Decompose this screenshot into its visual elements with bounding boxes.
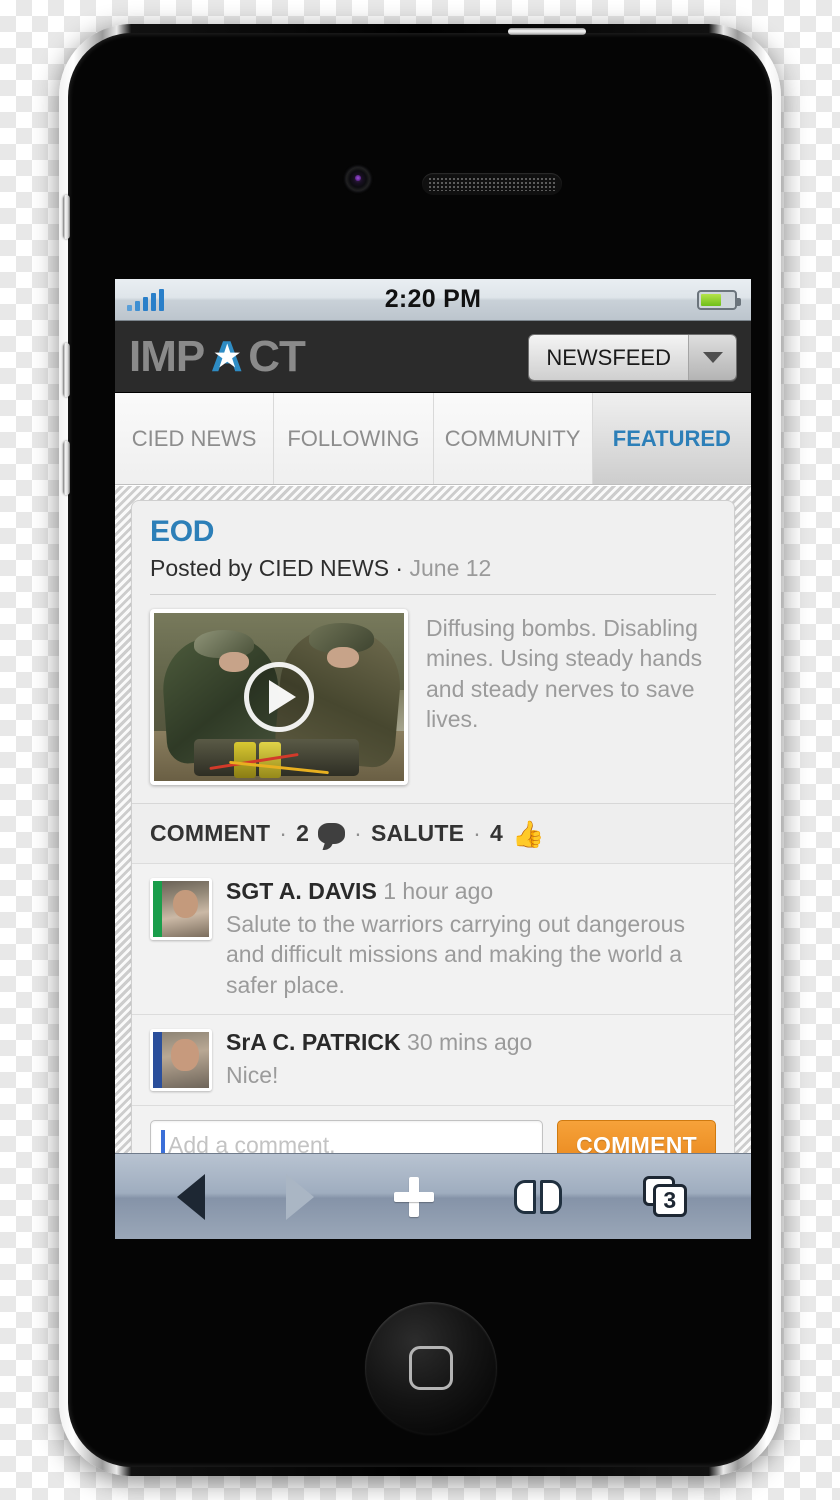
post-meta: Posted by CIED NEWS · June 12 xyxy=(150,555,716,582)
salute-count: 4 xyxy=(490,820,503,846)
comment-input-placeholder: Add a comment. xyxy=(168,1131,336,1153)
comment-author: SrA C. PATRICK 30 mins ago xyxy=(226,1029,716,1056)
post-card: EOD Posted by CIED NEWS · June 12 Diffus… xyxy=(131,500,735,1153)
mute-switch[interactable] xyxy=(63,195,70,239)
comment-input[interactable]: Add a comment. xyxy=(150,1120,544,1153)
back-arrow-icon[interactable] xyxy=(177,1173,206,1220)
avatar[interactable] xyxy=(150,1029,212,1092)
status-bar: 2:20 PM xyxy=(115,279,751,321)
tab-featured[interactable]: FEATURED xyxy=(592,393,751,484)
power-button[interactable] xyxy=(508,28,586,35)
comment-text: Salute to the warriors carrying out dang… xyxy=(226,911,685,998)
submit-comment-button[interactable]: COMMENT xyxy=(557,1120,716,1153)
post-description: Diffusing bombs. Disabling mines. Using … xyxy=(426,615,703,733)
comment-form: Add a comment. COMMENT xyxy=(132,1105,734,1153)
comment-text: Nice! xyxy=(226,1062,279,1089)
logo-star-a: A ★ xyxy=(204,332,248,381)
browser-toolbar: 3 xyxy=(115,1153,751,1239)
posted-by-label: Posted by xyxy=(150,555,253,581)
tab-following[interactable]: FOLLOWING xyxy=(274,393,434,484)
post-header: EOD Posted by CIED NEWS · June 12 xyxy=(132,501,734,582)
post-date: June 12 xyxy=(409,555,492,581)
meta-separator: · xyxy=(395,555,404,581)
forward-arrow-icon xyxy=(285,1173,314,1220)
volume-down-button[interactable] xyxy=(63,441,70,495)
tab-cied-news[interactable]: CIED NEWS xyxy=(115,393,275,484)
chevron-down-glyph xyxy=(702,352,723,363)
comment-timestamp: 30 mins ago xyxy=(407,1029,533,1056)
battery-icon xyxy=(697,290,741,310)
impact-logo: IMP A ★ CT xyxy=(129,331,306,382)
salute-action-label[interactable]: SALUTE xyxy=(371,820,464,847)
comment-timestamp: 1 hour ago xyxy=(383,878,494,904)
post-author[interactable]: CIED NEWS xyxy=(259,555,389,581)
comment-action-label[interactable]: COMMENT xyxy=(150,820,270,847)
home-button-square-icon xyxy=(409,1346,453,1390)
post-body: Diffusing bombs. Disabling mines. Using … xyxy=(132,595,734,803)
feed-selector-dropdown[interactable]: NEWSFEED xyxy=(528,334,737,381)
comment-body: SGT A. DAVIS 1 hour ago Salute to the wa… xyxy=(226,878,716,1000)
comment-author-name: SGT A. DAVIS xyxy=(226,878,377,904)
phone-bezel: 2:20 PM IMP A ★ CT NEWSFEED CIED NEWS FO… xyxy=(63,28,772,1467)
action-dot-3: · xyxy=(473,820,481,846)
avatar[interactable] xyxy=(150,878,212,940)
comment-item: SGT A. DAVIS 1 hour ago Salute to the wa… xyxy=(132,863,734,1015)
comment-author: SGT A. DAVIS 1 hour ago xyxy=(226,878,716,905)
plus-icon[interactable] xyxy=(393,1176,434,1217)
speech-bubble-icon xyxy=(318,823,346,844)
comment-body: SrA C. PATRICK 30 mins ago Nice! xyxy=(226,1029,716,1091)
comment-item: SrA C. PATRICK 30 mins ago Nice! xyxy=(132,1014,734,1106)
comment-count: 2 xyxy=(296,820,310,846)
text-cursor xyxy=(161,1130,165,1153)
volume-up-button[interactable] xyxy=(63,343,70,397)
star-icon: ★ xyxy=(214,340,240,373)
earpiece-speaker xyxy=(422,173,562,195)
play-button-icon[interactable] xyxy=(244,662,314,732)
tabs-icon[interactable]: 3 xyxy=(642,1175,689,1218)
tab-community[interactable]: COMMUNITY xyxy=(433,393,593,484)
iphone-device: 2:20 PM IMP A ★ CT NEWSFEED CIED NEWS FO… xyxy=(59,24,781,1476)
status-bar-clock: 2:20 PM xyxy=(384,285,482,313)
phone-screen: 2:20 PM IMP A ★ CT NEWSFEED CIED NEWS FO… xyxy=(115,279,751,1239)
app-header: IMP A ★ CT NEWSFEED xyxy=(115,321,751,393)
chevron-down-icon[interactable] xyxy=(688,335,736,380)
logo-text-part1: IMP xyxy=(129,331,205,381)
battery-level-fill xyxy=(701,294,721,306)
tabs-count: 3 xyxy=(663,1186,677,1213)
post-title[interactable]: EOD xyxy=(150,515,716,549)
action-dot-1: · xyxy=(279,820,288,846)
logo-text-part2: CT xyxy=(248,331,306,381)
video-thumbnail[interactable] xyxy=(150,609,408,785)
book-icon[interactable] xyxy=(514,1179,563,1214)
tab-bar: CIED NEWS FOLLOWING COMMUNITY FEATURED xyxy=(115,393,751,485)
feed-selector-label: NEWSFEED xyxy=(529,335,688,380)
home-button[interactable] xyxy=(365,1302,497,1434)
action-dot-2: · xyxy=(354,820,362,846)
comment-author-name: SrA C. PATRICK xyxy=(226,1029,401,1056)
post-action-bar: COMMENT · 2 · SALUTE · 4 👍 xyxy=(132,803,734,863)
thumbs-up-icon[interactable]: 👍 xyxy=(512,821,545,847)
front-camera-icon xyxy=(346,167,370,191)
feed-content[interactable]: EOD Posted by CIED NEWS · June 12 Diffus… xyxy=(115,486,751,1153)
